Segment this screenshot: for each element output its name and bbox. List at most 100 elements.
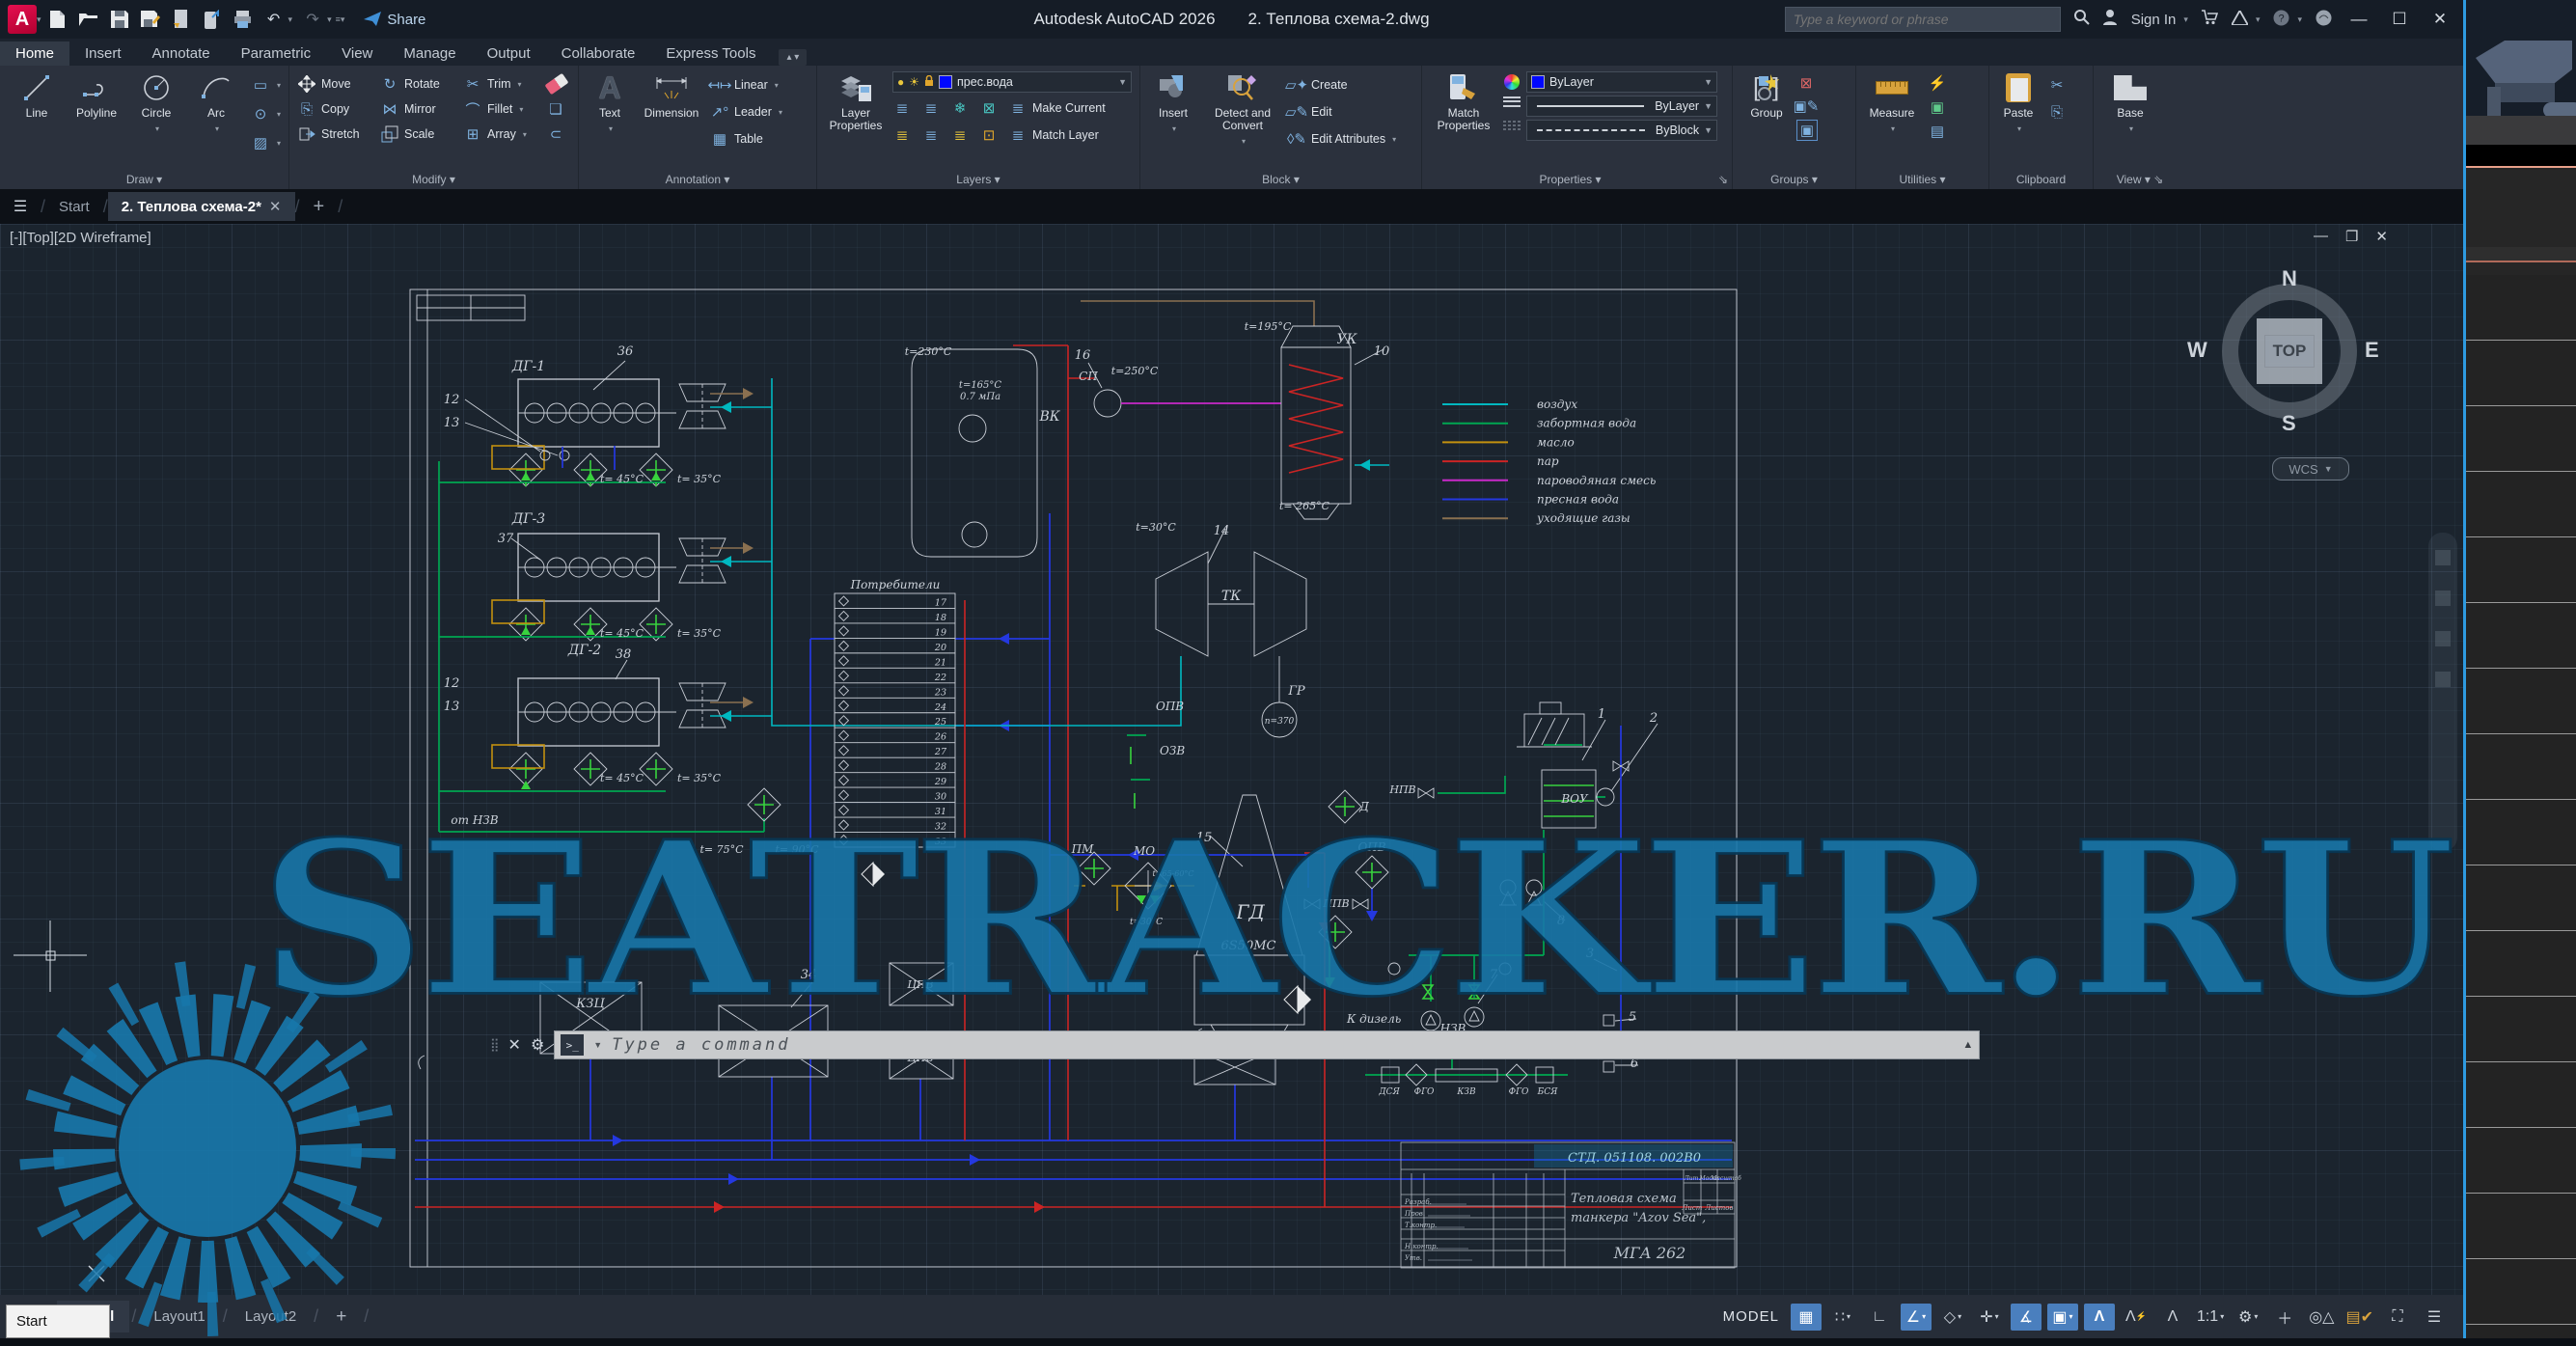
arc-button[interactable]: Arc▾ bbox=[187, 71, 245, 154]
panel-properties-label[interactable]: Properties ▾ ⇘ bbox=[1422, 173, 1732, 186]
new-file-icon[interactable] bbox=[47, 9, 69, 30]
circle-button[interactable]: Circle▾ bbox=[127, 71, 185, 154]
ortho-toggle-icon[interactable]: ∟ bbox=[1864, 1304, 1895, 1331]
new-drawing-tab-button[interactable]: + bbox=[300, 190, 339, 224]
model-space-badge[interactable]: MODEL bbox=[1723, 1308, 1779, 1325]
minimize-button[interactable]: — bbox=[2345, 10, 2372, 29]
command-input-bar[interactable]: >_ ▼ Type a command ▲ bbox=[554, 1030, 1980, 1059]
make-current-button[interactable]: ≣Make Current bbox=[1008, 96, 1106, 120]
ribbon-tab-annotate[interactable]: Annotate bbox=[137, 41, 226, 66]
layer-thaw-all-icon[interactable]: ≣ bbox=[950, 125, 970, 145]
block-create-button[interactable]: ▱✦Create bbox=[1287, 73, 1396, 96]
customize-plus-icon[interactable]: ＋ bbox=[2269, 1304, 2300, 1331]
select-window-icon[interactable]: ▣ bbox=[1928, 97, 1947, 117]
command-expand-icon[interactable]: ▲ bbox=[1962, 1039, 1973, 1051]
publish-icon[interactable] bbox=[202, 9, 223, 30]
autodesk-caret-icon[interactable]: ▾ bbox=[2256, 14, 2261, 25]
fillet-button[interactable]: ⌒Fillet▾ bbox=[463, 97, 546, 121]
panel-block-label[interactable]: Block ▾ bbox=[1140, 173, 1421, 186]
panel-annotation-label[interactable]: Annotation ▾ bbox=[579, 173, 816, 186]
ribbon-tab-output[interactable]: Output bbox=[472, 41, 546, 66]
app-logo-icon[interactable]: A bbox=[8, 5, 37, 34]
snap-toggle-icon[interactable]: ∷▾ bbox=[1827, 1304, 1858, 1331]
ribbon-tab-express-tools[interactable]: Express Tools bbox=[650, 41, 771, 66]
dimension-button[interactable]: Dimension bbox=[637, 71, 706, 151]
wcs-menu[interactable]: WCS▼ bbox=[2272, 457, 2349, 481]
viewcube[interactable]: N S W E TOP bbox=[2212, 274, 2367, 428]
annotation-autoscale-icon[interactable]: Λ⚡ bbox=[2121, 1304, 2151, 1331]
explode-button[interactable]: ❏ bbox=[546, 97, 575, 121]
layout1-tab[interactable]: Layout1 bbox=[138, 1301, 220, 1332]
sign-in-caret-icon[interactable]: ▾ bbox=[2183, 14, 2188, 25]
help-caret-icon[interactable]: ▾ bbox=[2297, 14, 2302, 25]
undo-icon[interactable]: ↶ bbox=[263, 9, 285, 30]
trim-button[interactable]: ✂Trim▾ bbox=[463, 72, 546, 96]
print-icon[interactable] bbox=[233, 9, 254, 30]
block-edit-button[interactable]: ▱✎Edit bbox=[1287, 100, 1396, 124]
annotation-scale-icon[interactable]: Λ bbox=[2157, 1304, 2188, 1331]
line-button[interactable]: Line bbox=[8, 71, 66, 154]
measure-button[interactable]: Measure▾ bbox=[1864, 71, 1920, 141]
edit-attributes-button[interactable]: ◊✎Edit Attributes▾ bbox=[1287, 127, 1396, 151]
isolate-objects-icon[interactable]: ◎△ bbox=[2306, 1304, 2337, 1331]
rectangle-icon[interactable]: ▭ bbox=[251, 75, 270, 95]
ribbon-tab-view[interactable]: View bbox=[326, 41, 388, 66]
status-customize-menu-icon[interactable]: ☰ bbox=[2419, 1304, 2450, 1331]
user-icon[interactable] bbox=[2103, 10, 2118, 29]
quick-calculator-icon[interactable]: ▤ bbox=[1928, 122, 1947, 141]
panel-utilities-label[interactable]: Utilities ▾ bbox=[1856, 173, 1988, 186]
viewcube-west[interactable]: W bbox=[2187, 338, 2207, 363]
search-icon[interactable] bbox=[2074, 10, 2090, 29]
group-edit-icon[interactable]: ▣✎ bbox=[1796, 96, 1816, 116]
command-grip-icon[interactable]: ⣿ bbox=[490, 1037, 501, 1053]
stretch-button[interactable]: Stretch bbox=[297, 123, 380, 146]
ribbon-collapse-icon[interactable]: ▴ ▾ bbox=[779, 49, 807, 66]
viewcube-east[interactable]: E bbox=[2365, 338, 2379, 363]
polar-tracking-icon[interactable]: ∠▾ bbox=[1901, 1304, 1932, 1331]
panel-draw-label[interactable]: Draw ▾ bbox=[0, 173, 288, 186]
layout2-tab[interactable]: Layout2 bbox=[230, 1301, 312, 1332]
panel-groups-label[interactable]: Groups ▾ bbox=[1733, 173, 1855, 186]
undo-caret-icon[interactable]: ▾ bbox=[288, 14, 293, 25]
object-color-select[interactable]: ByLayer▼ bbox=[1526, 71, 1717, 93]
layer-walk-icon[interactable]: ≣ bbox=[921, 125, 941, 145]
group-button[interactable]: []Group bbox=[1740, 71, 1793, 141]
panel-view-label[interactable]: View ▾ ⇘ bbox=[2094, 173, 2186, 186]
app-menu-caret-icon[interactable]: ▾ bbox=[37, 14, 41, 25]
lineweight-select[interactable]: ByLayer▼ bbox=[1526, 96, 1717, 117]
linetype-select[interactable]: ByBlock▼ bbox=[1526, 120, 1717, 141]
share-button[interactable]: Share bbox=[364, 12, 425, 28]
redo-caret-icon[interactable]: ▾ bbox=[327, 14, 332, 25]
autodesk-icon[interactable] bbox=[2232, 11, 2248, 29]
layer-unlock-icon[interactable]: ⊡ bbox=[979, 125, 999, 145]
insert-button[interactable]: Insert▾ bbox=[1148, 71, 1198, 151]
ribbon-tab-manage[interactable]: Manage bbox=[388, 41, 471, 66]
match-layer-button[interactable]: ≣Match Layer bbox=[1008, 124, 1099, 147]
redo-icon[interactable]: ↷ bbox=[302, 9, 323, 30]
copy-button[interactable]: ⎘Copy bbox=[297, 97, 380, 121]
base-button[interactable]: Base▾ bbox=[2101, 71, 2159, 135]
text-button[interactable]: AText▾ bbox=[587, 71, 633, 151]
command-recent-caret-icon[interactable]: ▼ bbox=[593, 1040, 602, 1050]
rotate-button[interactable]: ↻Rotate bbox=[380, 72, 463, 96]
qat-customize-icon[interactable]: ≡▾ bbox=[336, 14, 345, 25]
layer-properties-button[interactable]: Layer Properties bbox=[825, 71, 887, 147]
mirror-button[interactable]: ⋈Mirror bbox=[380, 97, 463, 121]
ribbon-tab-insert[interactable]: Insert bbox=[69, 41, 137, 66]
save-as-icon[interactable] bbox=[140, 9, 161, 30]
grid-toggle-icon[interactable]: ▦ bbox=[1791, 1304, 1822, 1331]
paste-button[interactable]: Paste▾ bbox=[1997, 71, 2040, 135]
clean-screen-icon[interactable]: ⛶ bbox=[2382, 1304, 2413, 1331]
sign-in-label[interactable]: Sign In bbox=[2131, 12, 2177, 28]
copy-clip-icon[interactable]: ⎘ bbox=[2047, 102, 2067, 122]
cut-icon[interactable]: ✂ bbox=[2047, 75, 2067, 95]
layer-lock-tool-icon[interactable]: ⊠ bbox=[979, 98, 999, 118]
isodraft-icon[interactable]: ◇▾ bbox=[1937, 1304, 1968, 1331]
graphics-performance-icon[interactable]: ▤✔ bbox=[2343, 1304, 2376, 1331]
properties-launcher-icon[interactable]: ⇘ bbox=[1718, 173, 1728, 186]
erase-button[interactable] bbox=[546, 72, 575, 96]
panel-layers-label[interactable]: Layers ▾ bbox=[817, 173, 1139, 186]
viewcube-south[interactable]: S bbox=[2282, 411, 2296, 436]
layer-unisolate-icon[interactable]: ≣ bbox=[921, 98, 941, 118]
plot-icon[interactable] bbox=[171, 9, 192, 30]
